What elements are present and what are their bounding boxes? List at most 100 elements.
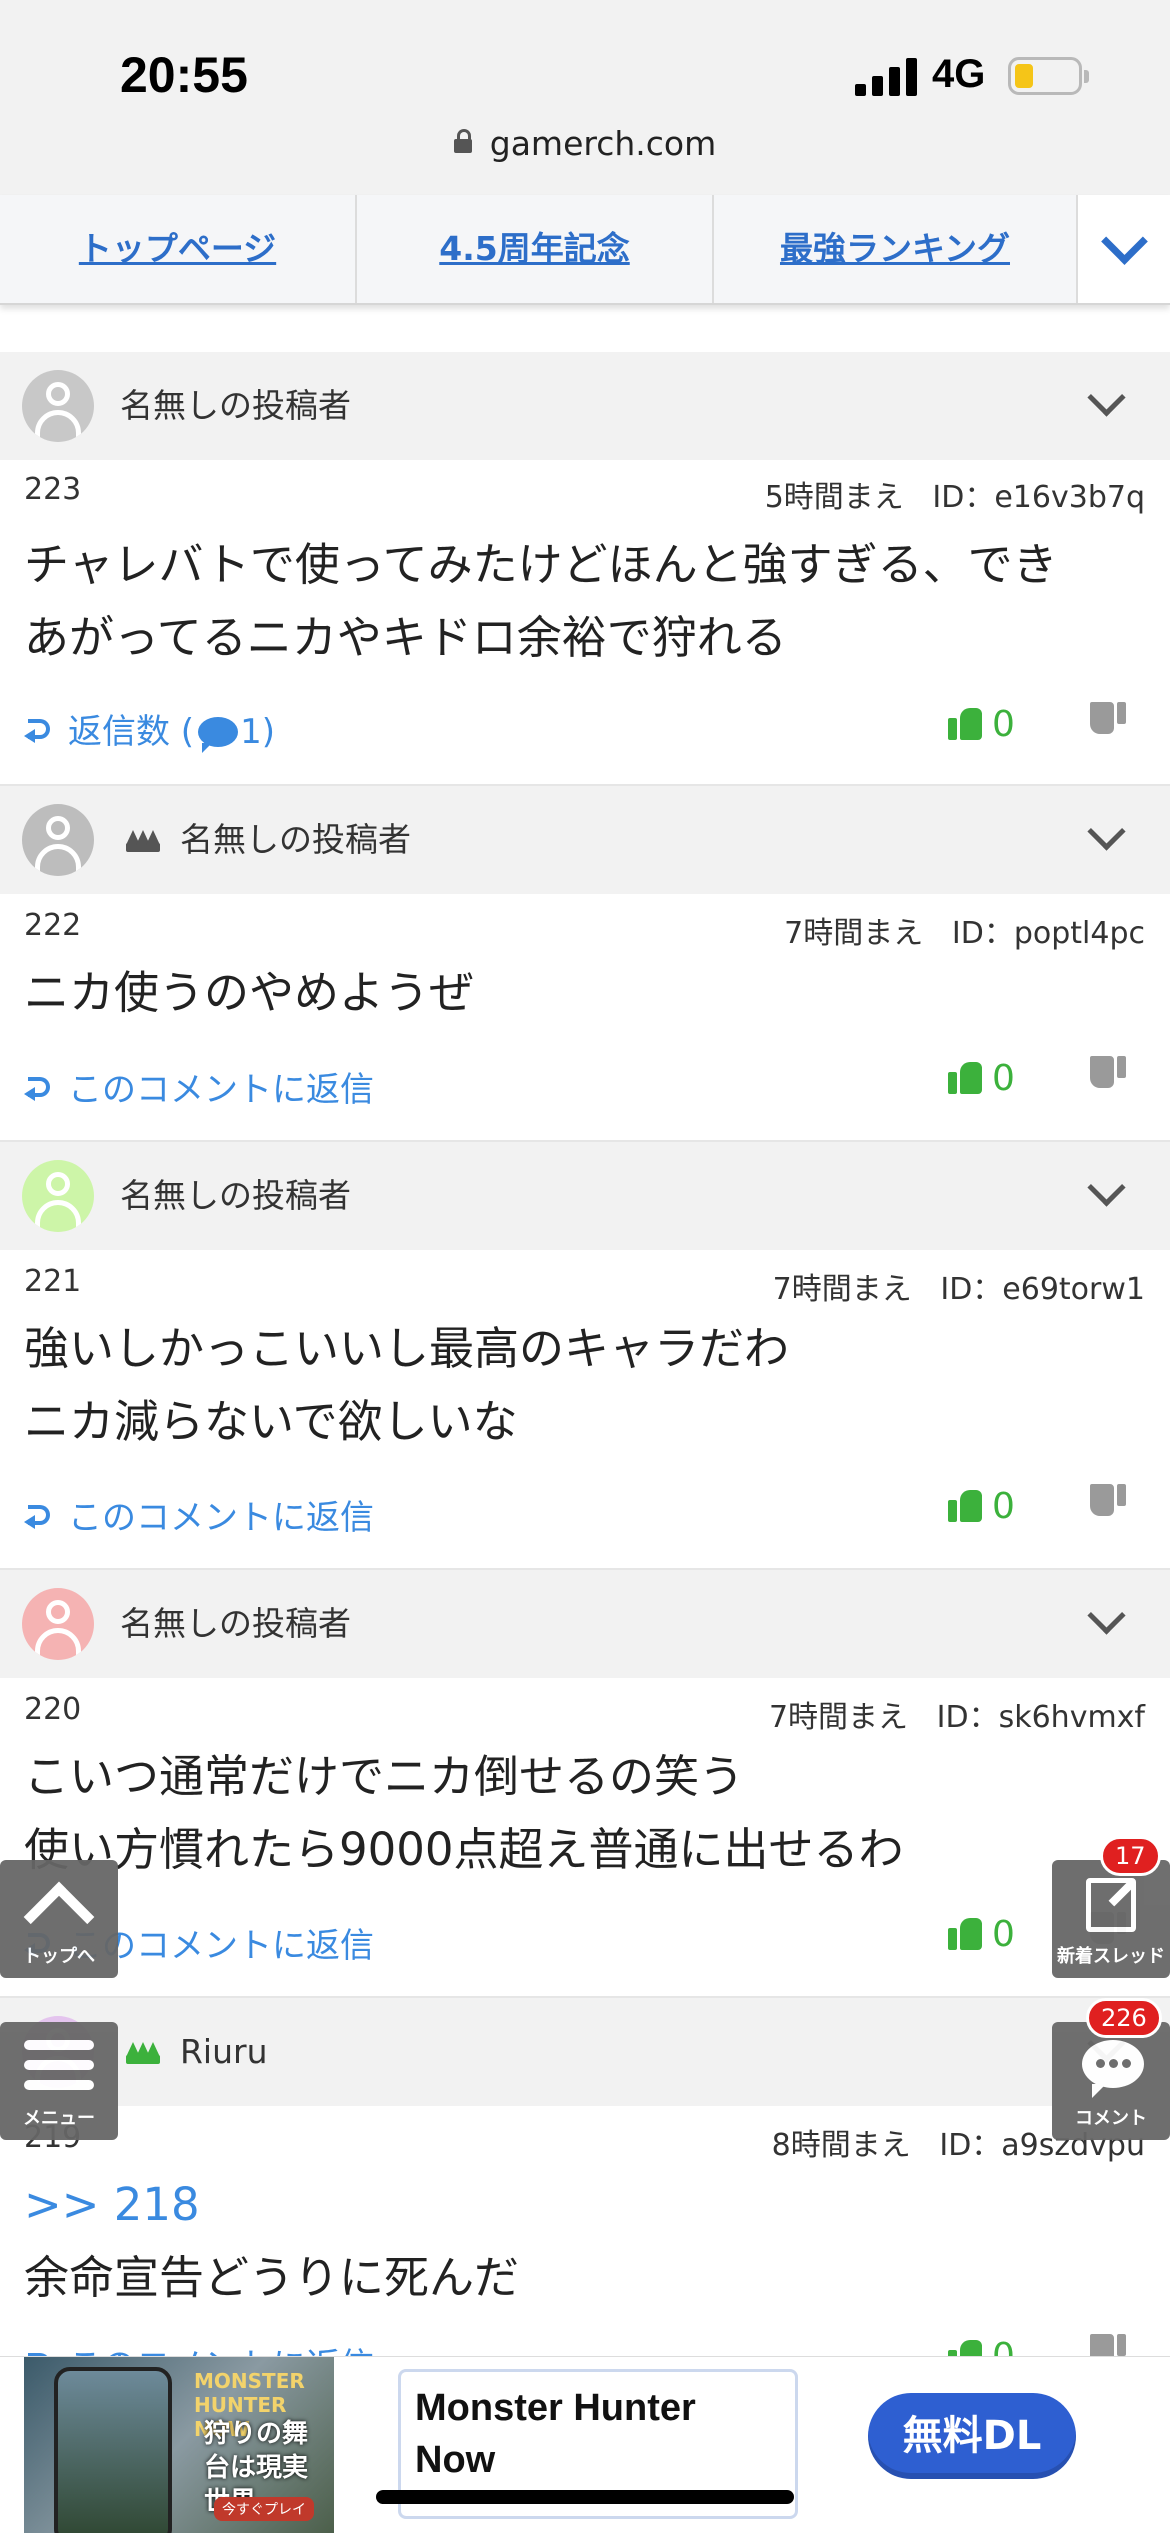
comment-body: こいつ通常だけでニカ倒せるの笑う 使い方慣れたら9000点超え普通に出せるわ [24, 1740, 1144, 1886]
menu-button[interactable]: メニュー [0, 2022, 118, 2140]
author-name: 名無しの投稿者 [180, 820, 411, 859]
comment-line: あがってるニカやキドロ余裕で狩れる [24, 611, 787, 664]
comment-body: >> 218 余命宣告どうりに死んだ [24, 2168, 1144, 2314]
author-name: 名無しの投稿者 [120, 1176, 351, 1215]
reply-arrow-icon [24, 1075, 54, 1101]
comment: 名無しの投稿者 223 5時間まえ ID：e16v3b7q チャレバトで使ってみ… [0, 352, 1170, 787]
avatar [22, 370, 94, 442]
back-to-top-label: トップへ [23, 1946, 95, 1967]
reply-link[interactable]: このコメントに返信 [24, 1062, 374, 1111]
thumbs-up-icon [948, 1916, 982, 1950]
comment-number: 223 [24, 472, 82, 507]
comment-line: チャレバトで使ってみたけどほんと強すぎる、でき [24, 538, 1058, 591]
comment-label: コメント [1075, 2108, 1147, 2129]
comment-number: 220 [24, 1692, 82, 1727]
nav-link-top-page[interactable]: トップページ [0, 195, 355, 303]
nav-link-ranking[interactable]: 最強ランキング [714, 195, 1076, 303]
new-thread-button[interactable]: 新着スレッド [1052, 1860, 1170, 1978]
comment-header[interactable]: 名無しの投稿者 [0, 1142, 1170, 1250]
thumbs-down-icon[interactable] [1090, 1056, 1126, 1092]
comment-body: ニカ使うのやめようぜ [24, 956, 1144, 1029]
author-name: 名無しの投稿者 [120, 386, 351, 425]
avatar [22, 1160, 94, 1232]
comment-header[interactable]: 名無しの投稿者 [0, 1570, 1170, 1678]
like-count: 0 [992, 704, 1015, 745]
comment-number: 221 [24, 1264, 82, 1299]
new-thread-badge: 17 [1100, 1836, 1161, 1876]
comment-header[interactable]: Riuru [0, 1998, 1170, 2106]
like-button[interactable]: 0 [948, 1912, 1058, 1955]
comment-line: 強いしかっこいいし最高のキャラだわ [24, 1322, 790, 1375]
comment-button[interactable]: コメント [1052, 2022, 1170, 2140]
ad-image[interactable]: MONSTER HUNTER NOW 狩りの舞台は現実世界 今すぐプレイ [24, 2357, 334, 2533]
reply-count-link[interactable]: 返信数 ( 1) [24, 704, 275, 753]
author-name: 名無しの投稿者 [120, 1604, 351, 1643]
comment-id: ID：e16v3b7q [932, 480, 1145, 515]
home-indicator[interactable] [376, 2490, 794, 2504]
reply-arrow-icon [24, 1503, 54, 1529]
reply-suffix: ) [261, 712, 275, 752]
reply-link[interactable]: このコメントに返信 [24, 1490, 374, 1539]
nav-expand-chevron-icon[interactable] [1078, 195, 1170, 303]
thumbs-down-icon[interactable] [1090, 702, 1126, 738]
reply-label: このコメントに返信 [68, 1070, 374, 1110]
like-count: 0 [992, 1058, 1015, 1099]
url-text: gamerch.com [489, 124, 717, 163]
comment-line: 使い方慣れたら9000点超え普通に出せるわ [24, 1823, 904, 1876]
like-button[interactable]: 0 [948, 1056, 1058, 1099]
comment-line: 余命宣告どうりに死んだ [24, 2251, 520, 2304]
chevron-down-icon[interactable] [1087, 1168, 1126, 1207]
chevron-down-icon[interactable] [1087, 378, 1126, 417]
comment-id: ID：sk6hvmxf [936, 1700, 1145, 1735]
crown-icon [126, 2038, 160, 2064]
comment-id: ID：e69torw1 [940, 1272, 1145, 1307]
comment-count-badge: 226 [1086, 1998, 1162, 2038]
crown-icon [126, 826, 160, 852]
reply-label: このコメントに返信 [68, 1498, 374, 1538]
thumbs-down-icon[interactable] [1090, 1484, 1126, 1520]
menu-label: メニュー [23, 2108, 95, 2129]
reply-label: 返信数 ( [68, 712, 195, 752]
comment-line: ニカ減らないで欲しいな [24, 1395, 518, 1448]
comment-header[interactable]: 名無しの投稿者 [0, 352, 1170, 460]
comment-time: 8時間まえ [771, 2128, 911, 2163]
like-count: 0 [992, 1486, 1015, 1527]
status-bar: 20:55 4G gamerch.com [0, 0, 1170, 195]
thumbs-up-icon [948, 1060, 982, 1094]
network-type: 4G [932, 52, 986, 96]
new-thread-label: 新着スレッド [1057, 1946, 1165, 1967]
chevron-down-icon[interactable] [1087, 812, 1126, 851]
back-to-top-button[interactable]: トップへ [0, 1860, 118, 1978]
comment-meta: 7時間まえ ID：poptl4pc [784, 908, 1145, 952]
reply-anchor-link[interactable]: >> 218 [24, 2168, 1144, 2241]
like-button[interactable]: 0 [948, 702, 1058, 745]
url-bar[interactable]: gamerch.com [0, 124, 1170, 163]
comment-id: ID：poptl4pc [951, 916, 1145, 951]
comment: Riuru 219 8時間まえ ID：a9szdvpu >> 218 余命宣告ど… [0, 1998, 1170, 2386]
nav-link-anniversary[interactable]: 4.5周年記念 [357, 195, 712, 303]
comment-meta: 7時間まえ ID：e69torw1 [773, 1264, 1145, 1308]
comment-time: 5時間まえ [764, 480, 904, 515]
signal-icon [855, 58, 917, 96]
ad-image-cta: 今すぐプレイ [214, 2497, 314, 2521]
ad-download-button[interactable]: 無料DL [868, 2393, 1076, 2479]
comment-body: チャレバトで使ってみたけどほんと強すぎる、でき あがってるニカやキドロ余裕で狩れ… [24, 528, 1144, 674]
comment: 名無しの投稿者 222 7時間まえ ID：poptl4pc ニカ使うのやめようぜ… [0, 786, 1170, 1143]
comment-time: 7時間まえ [784, 916, 924, 951]
crown-point [146, 830, 160, 845]
like-button[interactable]: 0 [948, 1484, 1058, 1527]
comment-line: こいつ通常だけでニカ倒せるの笑う [24, 1750, 745, 1803]
comment-number: 222 [24, 908, 82, 943]
comment: 名無しの投稿者 220 7時間まえ ID：sk6hvmxf こいつ通常だけでニカ… [0, 1570, 1170, 1999]
chat-bubble-icon [1082, 2040, 1144, 2098]
edit-icon [1086, 1878, 1136, 1932]
status-time: 20:55 [120, 47, 248, 103]
top-nav: トップページ 4.5周年記念 最強ランキング [0, 195, 1170, 305]
reply-count: 1 [240, 712, 262, 752]
like-count: 0 [992, 1914, 1015, 1955]
comment-header[interactable]: 名無しの投稿者 [0, 786, 1170, 894]
chevron-down-icon[interactable] [1087, 1596, 1126, 1635]
avatar [22, 804, 94, 876]
crown-point [146, 2042, 160, 2057]
ad-banner[interactable]: MONSTER HUNTER NOW 狩りの舞台は現実世界 今すぐプレイ Mon… [0, 2356, 1170, 2533]
